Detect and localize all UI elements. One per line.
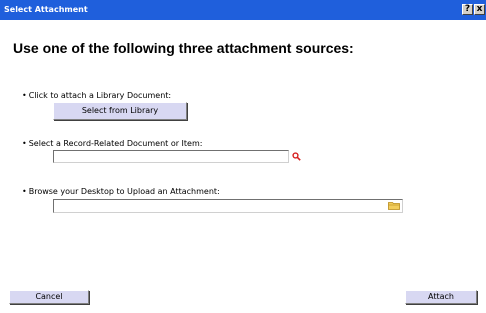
bullet: •: [22, 91, 27, 100]
close-button[interactable]: x: [474, 4, 485, 15]
window-title: Select Attachment: [4, 5, 88, 14]
desktop-label-row: • Browse your Desktop to Upload an Attach…: [22, 187, 220, 196]
bullet: •: [22, 139, 27, 148]
title-bar[interactable]: Select Attachment ? x: [0, 0, 486, 20]
bullet: •: [22, 187, 27, 196]
record-label-row: • Select a Record-Related Document or Ite…: [22, 139, 202, 148]
help-button[interactable]: ?: [462, 4, 473, 15]
search-icon[interactable]: [292, 152, 301, 161]
record-item-input[interactable]: [53, 150, 289, 163]
desktop-file-input[interactable]: [53, 199, 403, 213]
attach-button[interactable]: Attach: [405, 290, 477, 304]
dialog-heading: Use one of the following three attachmen…: [13, 40, 354, 56]
record-label: Select a Record-Related Document or Item…: [28, 139, 203, 148]
library-label-row: • Click to attach a Library Document:: [22, 91, 171, 100]
cancel-button[interactable]: Cancel: [9, 290, 89, 304]
library-label: Click to attach a Library Document:: [28, 91, 172, 100]
desktop-label: Browse your Desktop to Upload an Attachm…: [28, 187, 220, 196]
select-from-library-button[interactable]: Select from Library: [53, 102, 187, 120]
folder-icon[interactable]: [388, 201, 400, 210]
